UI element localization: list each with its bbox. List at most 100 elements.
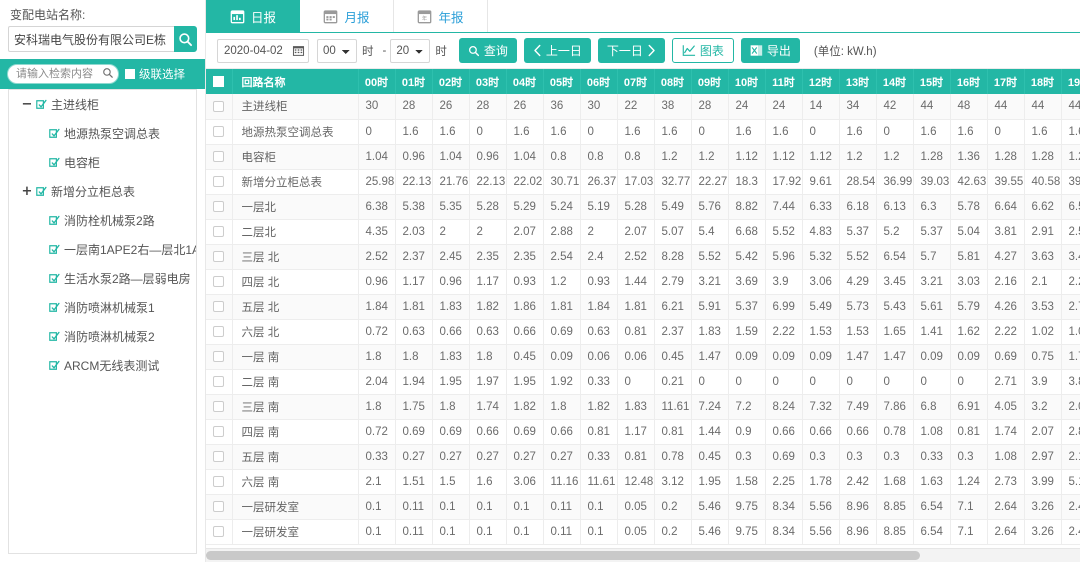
row-value-cell: 5.56: [802, 519, 839, 544]
table-row[interactable]: 一层 南1.81.81.831.80.450.090.060.060.451.4…: [206, 344, 1080, 369]
table-row[interactable]: 六层 南2.11.511.51.63.0611.1611.6112.483.12…: [206, 469, 1080, 494]
row-select-cell[interactable]: [206, 419, 232, 444]
tab-2[interactable]: 年年报: [394, 0, 488, 32]
row-checkbox[interactable]: [213, 176, 224, 187]
table-row[interactable]: 电容柜1.040.961.040.961.040.80.80.81.21.21.…: [206, 144, 1080, 169]
tree-item-1[interactable]: 地源热泵空调总表: [9, 119, 196, 148]
meter-icon: [49, 302, 60, 313]
table-row[interactable]: 三层 南1.81.751.81.741.821.81.821.8311.617.…: [206, 394, 1080, 419]
calendar-icon[interactable]: [288, 40, 308, 62]
tree-item-3[interactable]: +新增分立柜总表: [9, 177, 196, 206]
table-row[interactable]: 四层 北0.961.170.961.170.931.20.931.442.793…: [206, 269, 1080, 294]
row-checkbox[interactable]: [213, 376, 224, 387]
row-checkbox[interactable]: [213, 351, 224, 362]
meter-icon: [49, 215, 60, 226]
export-button[interactable]: 导出: [741, 38, 800, 63]
row-checkbox[interactable]: [213, 251, 224, 262]
chart-button[interactable]: 图表: [672, 38, 734, 63]
table-row[interactable]: 新增分立柜总表25.9822.1321.7622.1322.0230.7126.…: [206, 169, 1080, 194]
collapse-icon[interactable]: −: [21, 98, 33, 111]
row-checkbox[interactable]: [213, 476, 224, 487]
cascade-select-toggle[interactable]: 级联选择: [125, 66, 185, 82]
expand-icon[interactable]: +: [21, 185, 33, 198]
row-select-cell[interactable]: [206, 444, 232, 469]
row-select-cell[interactable]: [206, 519, 232, 544]
select-all-header[interactable]: [206, 69, 232, 94]
tree-item-9[interactable]: ARCM无线表测试: [9, 351, 196, 380]
row-select-cell[interactable]: [206, 494, 232, 519]
tree-search-input[interactable]: [7, 64, 119, 84]
tab-1[interactable]: 月报: [300, 0, 394, 32]
row-checkbox[interactable]: [213, 101, 224, 112]
select-all-checkbox[interactable]: [213, 76, 224, 87]
tree-item-2[interactable]: 电容柜: [9, 148, 196, 177]
row-checkbox[interactable]: [213, 426, 224, 437]
table-row[interactable]: 主进线柜302826282636302238282424143442444844…: [206, 94, 1080, 119]
next-day-button[interactable]: 下一日: [598, 38, 665, 63]
row-checkbox[interactable]: [213, 501, 224, 512]
row-select-cell[interactable]: [206, 169, 232, 194]
tree-item-6[interactable]: 生活水泵2路—层弱电房: [9, 264, 196, 293]
row-select-cell[interactable]: [206, 244, 232, 269]
search-icon: [178, 32, 193, 47]
table-row[interactable]: 地源热泵空调总表01.61.601.61.601.61.601.61.601.6…: [206, 119, 1080, 144]
row-select-cell[interactable]: [206, 194, 232, 219]
tree-item-7[interactable]: 消防喷淋机械泵1: [9, 293, 196, 322]
hour-to-select[interactable]: 0001020304050607080910111213141516171819…: [390, 39, 430, 63]
tree-item-0[interactable]: −主进线柜: [9, 90, 196, 119]
prev-day-button[interactable]: 上一日: [524, 38, 591, 63]
row-value-cell: 0.09: [543, 344, 580, 369]
table-row[interactable]: 四层 南0.720.690.690.660.690.660.811.170.81…: [206, 419, 1080, 444]
query-button[interactable]: 查询: [459, 38, 517, 63]
tab-0[interactable]: 日报: [206, 0, 300, 32]
row-value-cell: 1.77: [1061, 344, 1080, 369]
row-select-cell[interactable]: [206, 369, 232, 394]
row-value-cell: 3.12: [654, 469, 691, 494]
row-select-cell[interactable]: [206, 269, 232, 294]
tree-item-5[interactable]: 一层南1APE2右—层北1APE1左: [9, 235, 196, 264]
row-select-cell[interactable]: [206, 469, 232, 494]
table-row[interactable]: 三层 北2.522.372.452.352.352.542.42.528.285…: [206, 244, 1080, 269]
table-row[interactable]: 一层北6.385.385.355.285.295.245.195.285.495…: [206, 194, 1080, 219]
table-row[interactable]: 一层研发室0.10.110.10.10.10.110.10.050.25.469…: [206, 494, 1080, 519]
row-value-cell: 0.11: [543, 494, 580, 519]
horizontal-scrollbar[interactable]: [206, 548, 1080, 562]
row-checkbox[interactable]: [213, 326, 224, 337]
cascade-checkbox[interactable]: [125, 69, 135, 79]
row-checkbox[interactable]: [213, 126, 224, 137]
station-name-input[interactable]: [8, 26, 174, 52]
station-search-button[interactable]: [174, 26, 197, 52]
row-select-cell[interactable]: [206, 94, 232, 119]
horizontal-scrollbar-thumb[interactable]: [206, 551, 920, 560]
table-row[interactable]: 六层 北0.720.630.660.630.660.690.630.812.37…: [206, 319, 1080, 344]
row-checkbox[interactable]: [213, 276, 224, 287]
row-checkbox[interactable]: [213, 401, 224, 412]
tree-item-4[interactable]: 消防栓机械泵2路: [9, 206, 196, 235]
date-picker[interactable]: 2020-04-02: [217, 39, 309, 63]
row-select-cell[interactable]: [206, 144, 232, 169]
row-select-cell[interactable]: [206, 119, 232, 144]
row-checkbox[interactable]: [213, 526, 224, 537]
tree-item-8[interactable]: 消防喷淋机械泵2: [9, 322, 196, 351]
row-value-cell: 7.1: [950, 494, 987, 519]
row-select-cell[interactable]: [206, 344, 232, 369]
row-value-cell: 0.33: [580, 444, 617, 469]
line-chart-icon: [682, 44, 696, 57]
column-header-hour-17: 17时: [987, 69, 1024, 94]
hour-from-select[interactable]: 0001020304050607080910111213141516171819…: [317, 39, 357, 63]
row-select-cell[interactable]: [206, 294, 232, 319]
row-value-cell: 1.81: [617, 294, 654, 319]
table-row[interactable]: 五层 南0.330.270.270.270.270.270.330.810.78…: [206, 444, 1080, 469]
row-select-cell[interactable]: [206, 394, 232, 419]
row-checkbox[interactable]: [213, 451, 224, 462]
table-row[interactable]: 五层 北1.841.811.831.821.861.811.841.816.21…: [206, 294, 1080, 319]
row-select-cell[interactable]: [206, 319, 232, 344]
row-select-cell[interactable]: [206, 219, 232, 244]
table-row[interactable]: 一层研发室0.10.110.10.10.10.110.10.050.25.469…: [206, 519, 1080, 544]
row-checkbox[interactable]: [213, 201, 224, 212]
table-row[interactable]: 二层 南2.041.941.951.971.951.920.3300.21000…: [206, 369, 1080, 394]
row-checkbox[interactable]: [213, 301, 224, 312]
table-row[interactable]: 二层北4.352.03222.072.8822.075.075.46.685.5…: [206, 219, 1080, 244]
row-checkbox[interactable]: [213, 226, 224, 237]
row-checkbox[interactable]: [213, 151, 224, 162]
